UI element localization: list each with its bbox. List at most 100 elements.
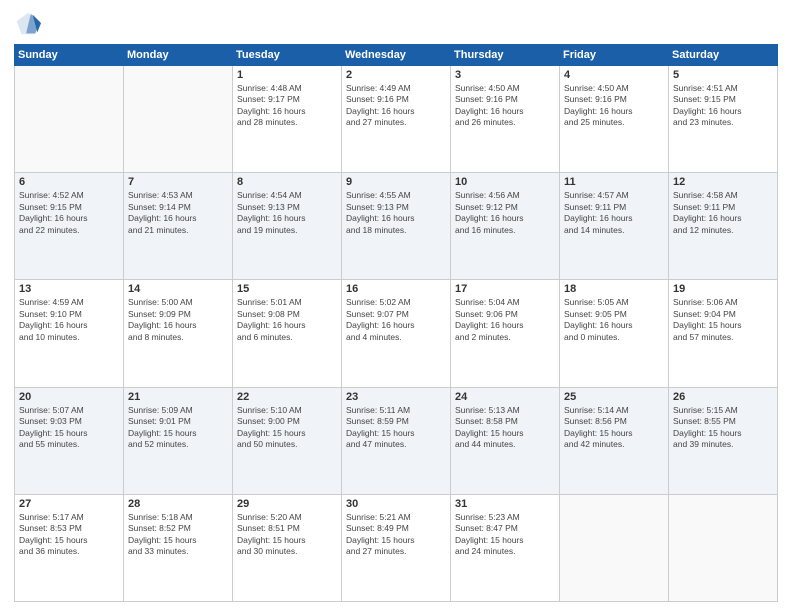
calendar-cell: 8 Sunrise: 4:54 AM Sunset: 9:13 PM Daylig… — [233, 173, 342, 280]
day-content: Sunrise: 5:01 AM Sunset: 9:08 PM Dayligh… — [237, 297, 337, 343]
day-number: 3 — [455, 69, 555, 81]
calendar-cell: 29Sunrise: 5:20 AM Sunset: 8:51 PM Dayli… — [233, 494, 342, 601]
calendar-cell: 1 Sunrise: 4:48 AM Sunset: 9:17 PM Daylig… — [233, 66, 342, 173]
day-content: Sunrise: 5:11 AM Sunset: 8:59 PM Dayligh… — [346, 405, 446, 451]
day-content: Sunrise: 5:05 AM Sunset: 9:05 PM Dayligh… — [564, 297, 664, 343]
weekday-header-friday: Friday — [560, 45, 669, 66]
day-content: Sunrise: 5:13 AM Sunset: 8:58 PM Dayligh… — [455, 405, 555, 451]
day-content: Sunrise: 4:57 AM Sunset: 9:11 PM Dayligh… — [564, 190, 664, 236]
day-number: 20 — [19, 391, 119, 403]
day-number: 27 — [19, 498, 119, 510]
day-number: 30 — [346, 498, 446, 510]
day-content: Sunrise: 5:20 AM Sunset: 8:51 PM Dayligh… — [237, 512, 337, 558]
weekday-header-tuesday: Tuesday — [233, 45, 342, 66]
calendar-cell: 6 Sunrise: 4:52 AM Sunset: 9:15 PM Daylig… — [15, 173, 124, 280]
day-number: 11 — [564, 176, 664, 188]
day-number: 23 — [346, 391, 446, 403]
day-content: Sunrise: 4:50 AM Sunset: 9:16 PM Dayligh… — [564, 83, 664, 129]
calendar-cell — [124, 66, 233, 173]
day-number: 12 — [673, 176, 773, 188]
calendar-cell: 18 Sunrise: 5:05 AM Sunset: 9:05 PM Dayli… — [560, 280, 669, 387]
calendar-cell: 4 Sunrise: 4:50 AM Sunset: 9:16 PM Daylig… — [560, 66, 669, 173]
calendar-cell — [15, 66, 124, 173]
calendar-cell: 14Sunrise: 5:00 AM Sunset: 9:09 PM Dayli… — [124, 280, 233, 387]
day-number: 4 — [564, 69, 664, 81]
calendar-cell: 13Sunrise: 4:59 AM Sunset: 9:10 PM Dayli… — [15, 280, 124, 387]
day-number: 22 — [237, 391, 337, 403]
day-number: 31 — [455, 498, 555, 510]
calendar-cell: 17Sunrise: 5:04 AM Sunset: 9:06 PM Dayli… — [451, 280, 560, 387]
calendar-cell: 30Sunrise: 5:21 AM Sunset: 8:49 PM Dayli… — [342, 494, 451, 601]
calendar-cell: 2 Sunrise: 4:49 AM Sunset: 9:16 PM Daylig… — [342, 66, 451, 173]
day-number: 8 — [237, 176, 337, 188]
weekday-header-monday: Monday — [124, 45, 233, 66]
day-content: Sunrise: 4:53 AM Sunset: 9:14 PM Dayligh… — [128, 190, 228, 236]
day-content: Sunrise: 5:10 AM Sunset: 9:00 PM Dayligh… — [237, 405, 337, 451]
day-number: 9 — [346, 176, 446, 188]
calendar-week-row: 20 Sunrise: 5:07 AM Sunset: 9:03 PM Dayli… — [15, 387, 778, 494]
calendar-week-row: 1 Sunrise: 4:48 AM Sunset: 9:17 PM Daylig… — [15, 66, 778, 173]
calendar-cell: 11 Sunrise: 4:57 AM Sunset: 9:11 PM Dayli… — [560, 173, 669, 280]
day-content: Sunrise: 4:49 AM Sunset: 9:16 PM Dayligh… — [346, 83, 446, 129]
calendar-cell: 21 Sunrise: 5:09 AM Sunset: 9:01 PM Dayli… — [124, 387, 233, 494]
calendar-cell: 20 Sunrise: 5:07 AM Sunset: 9:03 PM Dayli… — [15, 387, 124, 494]
day-content: Sunrise: 4:54 AM Sunset: 9:13 PM Dayligh… — [237, 190, 337, 236]
day-number: 10 — [455, 176, 555, 188]
day-content: Sunrise: 4:58 AM Sunset: 9:11 PM Dayligh… — [673, 190, 773, 236]
logo — [14, 10, 46, 38]
day-number: 2 — [346, 69, 446, 81]
day-number: 16 — [346, 283, 446, 295]
day-content: Sunrise: 4:48 AM Sunset: 9:17 PM Dayligh… — [237, 83, 337, 129]
calendar-week-row: 13Sunrise: 4:59 AM Sunset: 9:10 PM Dayli… — [15, 280, 778, 387]
day-content: Sunrise: 5:23 AM Sunset: 8:47 PM Dayligh… — [455, 512, 555, 558]
day-number: 14 — [128, 283, 228, 295]
calendar-cell: 23 Sunrise: 5:11 AM Sunset: 8:59 PM Dayli… — [342, 387, 451, 494]
day-number: 1 — [237, 69, 337, 81]
day-number: 28 — [128, 498, 228, 510]
day-number: 6 — [19, 176, 119, 188]
day-content: Sunrise: 4:50 AM Sunset: 9:16 PM Dayligh… — [455, 83, 555, 129]
day-number: 7 — [128, 176, 228, 188]
calendar-cell: 5Sunrise: 4:51 AM Sunset: 9:15 PM Daylig… — [669, 66, 778, 173]
calendar-cell: 16 Sunrise: 5:02 AM Sunset: 9:07 PM Dayli… — [342, 280, 451, 387]
calendar-cell — [560, 494, 669, 601]
day-number: 15 — [237, 283, 337, 295]
weekday-header-saturday: Saturday — [669, 45, 778, 66]
calendar-cell: 12 Sunrise: 4:58 AM Sunset: 9:11 PM Dayli… — [669, 173, 778, 280]
logo-icon — [14, 10, 42, 38]
day-number: 18 — [564, 283, 664, 295]
day-number: 17 — [455, 283, 555, 295]
calendar-week-row: 27Sunrise: 5:17 AM Sunset: 8:53 PM Dayli… — [15, 494, 778, 601]
calendar-cell: 22 Sunrise: 5:10 AM Sunset: 9:00 PM Dayli… — [233, 387, 342, 494]
day-content: Sunrise: 5:09 AM Sunset: 9:01 PM Dayligh… — [128, 405, 228, 451]
day-number: 5 — [673, 69, 773, 81]
calendar-cell: 19 Sunrise: 5:06 AM Sunset: 9:04 PM Dayli… — [669, 280, 778, 387]
weekday-header-sunday: Sunday — [15, 45, 124, 66]
day-content: Sunrise: 5:06 AM Sunset: 9:04 PM Dayligh… — [673, 297, 773, 343]
calendar-cell — [669, 494, 778, 601]
calendar-cell: 27Sunrise: 5:17 AM Sunset: 8:53 PM Dayli… — [15, 494, 124, 601]
day-content: Sunrise: 5:14 AM Sunset: 8:56 PM Dayligh… — [564, 405, 664, 451]
day-content: Sunrise: 5:07 AM Sunset: 9:03 PM Dayligh… — [19, 405, 119, 451]
calendar: SundayMondayTuesdayWednesdayThursdayFrid… — [14, 44, 778, 602]
day-content: Sunrise: 4:56 AM Sunset: 9:12 PM Dayligh… — [455, 190, 555, 236]
calendar-cell: 15 Sunrise: 5:01 AM Sunset: 9:08 PM Dayli… — [233, 280, 342, 387]
calendar-cell: 28 Sunrise: 5:18 AM Sunset: 8:52 PM Dayli… — [124, 494, 233, 601]
day-content: Sunrise: 5:18 AM Sunset: 8:52 PM Dayligh… — [128, 512, 228, 558]
calendar-cell: 26Sunrise: 5:15 AM Sunset: 8:55 PM Dayli… — [669, 387, 778, 494]
day-number: 21 — [128, 391, 228, 403]
day-content: Sunrise: 5:02 AM Sunset: 9:07 PM Dayligh… — [346, 297, 446, 343]
day-content: Sunrise: 4:52 AM Sunset: 9:15 PM Dayligh… — [19, 190, 119, 236]
day-number: 26 — [673, 391, 773, 403]
page: SundayMondayTuesdayWednesdayThursdayFrid… — [0, 0, 792, 612]
day-number: 13 — [19, 283, 119, 295]
calendar-cell: 3 Sunrise: 4:50 AM Sunset: 9:16 PM Daylig… — [451, 66, 560, 173]
calendar-cell: 10 Sunrise: 4:56 AM Sunset: 9:12 PM Dayli… — [451, 173, 560, 280]
day-number: 25 — [564, 391, 664, 403]
calendar-cell: 7 Sunrise: 4:53 AM Sunset: 9:14 PM Daylig… — [124, 173, 233, 280]
header — [14, 10, 778, 38]
day-content: Sunrise: 4:55 AM Sunset: 9:13 PM Dayligh… — [346, 190, 446, 236]
day-number: 19 — [673, 283, 773, 295]
calendar-cell: 25 Sunrise: 5:14 AM Sunset: 8:56 PM Dayli… — [560, 387, 669, 494]
calendar-cell: 9 Sunrise: 4:55 AM Sunset: 9:13 PM Daylig… — [342, 173, 451, 280]
